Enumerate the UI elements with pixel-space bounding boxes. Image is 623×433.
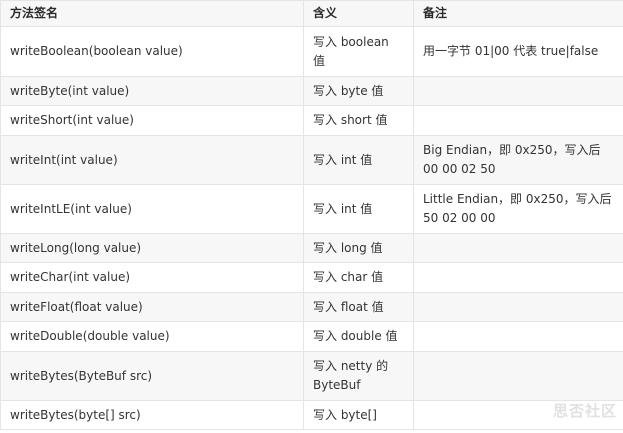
method-cell: writeFloat(float value)	[0, 292, 304, 322]
meaning-cell: 写入 netty 的 ByteBuf	[303, 351, 414, 401]
method-cell: writeLong(long value)	[0, 233, 304, 263]
note-cell	[413, 76, 623, 106]
note-cell	[413, 262, 623, 293]
method-cell: writeBytes(ByteBuf src)	[0, 351, 304, 401]
header-notes: 备注	[413, 0, 623, 27]
meaning-cell: 写入 int 值	[303, 135, 414, 185]
method-cell: writeShort(int value)	[0, 105, 304, 136]
header-method-signature: 方法签名	[0, 0, 304, 27]
method-cell: writeInt(int value)	[0, 135, 304, 185]
meaning-cell: 写入 int 值	[303, 184, 414, 234]
table-row: writeBytes(byte[] src) 写入 byte[]	[0, 400, 623, 430]
method-cell: writeDouble(double value)	[0, 321, 304, 352]
meaning-cell: 写入 double 值	[303, 321, 414, 352]
table-row: writeFloat(float value) 写入 float 值	[0, 292, 623, 322]
table-row: writeBoolean(boolean value) 写入 boolean 值…	[0, 26, 623, 77]
table-row: writeLong(long value) 写入 long 值	[0, 233, 623, 263]
table-header-row: 方法签名 含义 备注	[0, 0, 623, 27]
table-row: writeByte(int value) 写入 byte 值	[0, 76, 623, 106]
note-cell: 用一字节 01|00 代表 true|false	[413, 26, 623, 77]
meaning-cell: 写入 byte[]	[303, 400, 414, 430]
table-row: writeChar(int value) 写入 char 值	[0, 262, 623, 293]
note-cell	[413, 351, 623, 401]
table-row: writeBytes(ByteBuf src) 写入 netty 的 ByteB…	[0, 351, 623, 401]
table-row: writeIntLE(int value) 写入 int 值 Little En…	[0, 184, 623, 234]
note-cell	[413, 292, 623, 322]
note-cell	[413, 321, 623, 352]
meaning-cell: 写入 long 值	[303, 233, 414, 263]
note-cell	[413, 105, 623, 136]
header-meaning: 含义	[303, 0, 414, 27]
table-row: writeDouble(double value) 写入 double 值	[0, 321, 623, 352]
note-cell: Little Endian，即 0x250，写入后 50 02 00 00	[413, 184, 623, 234]
note-cell	[413, 233, 623, 263]
meaning-cell: 写入 short 值	[303, 105, 414, 136]
table-row: writeShort(int value) 写入 short 值	[0, 105, 623, 136]
meaning-cell: 写入 float 值	[303, 292, 414, 322]
method-cell: writeBytes(byte[] src)	[0, 400, 304, 430]
method-cell: writeByte(int value)	[0, 76, 304, 106]
table-row: writeInt(int value) 写入 int 值 Big Endian，…	[0, 135, 623, 185]
method-cell: writeBoolean(boolean value)	[0, 26, 304, 77]
api-method-table: 方法签名 含义 备注 writeBoolean(boolean value) 写…	[0, 0, 623, 430]
meaning-cell: 写入 char 值	[303, 262, 414, 293]
watermark: 思否社区	[552, 402, 617, 420]
note-cell: Big Endian，即 0x250，写入后 00 00 02 50	[413, 135, 623, 185]
method-cell: writeIntLE(int value)	[0, 184, 304, 234]
meaning-cell: 写入 boolean 值	[303, 26, 414, 77]
method-cell: writeChar(int value)	[0, 262, 304, 293]
meaning-cell: 写入 byte 值	[303, 76, 414, 106]
